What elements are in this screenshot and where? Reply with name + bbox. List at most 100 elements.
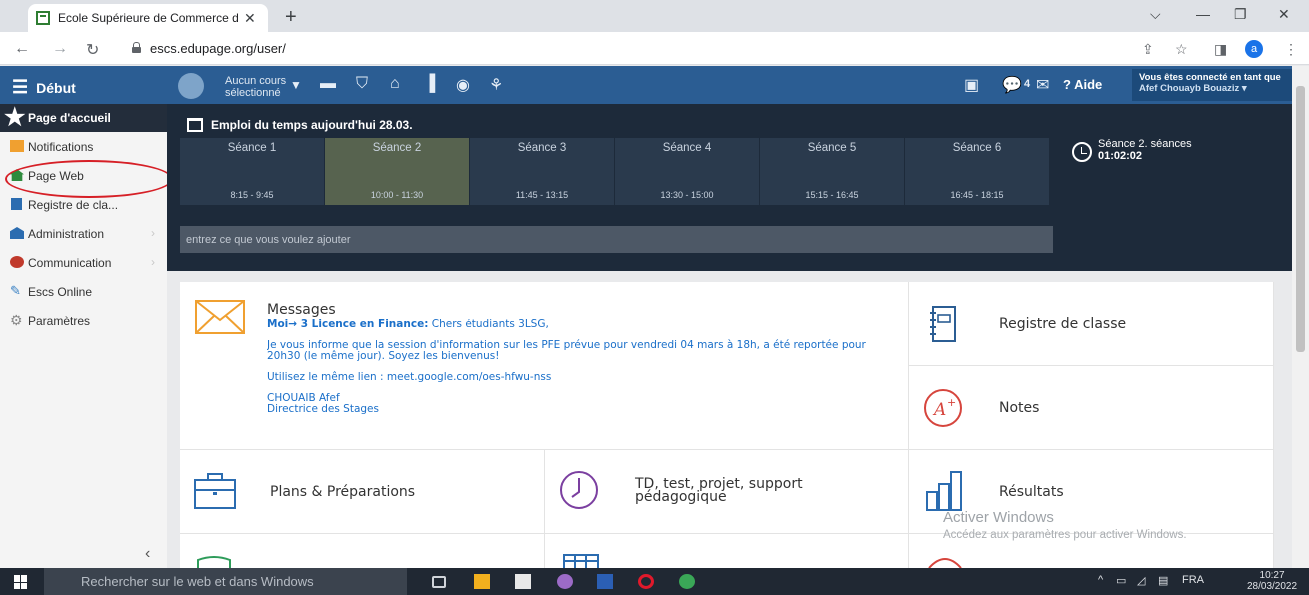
partial-tile[interactable] bbox=[545, 534, 909, 568]
lock-icon[interactable] bbox=[132, 42, 141, 53]
hamburger-icon: ☰ bbox=[12, 77, 29, 97]
timetable-add-input[interactable] bbox=[180, 226, 1053, 253]
timetable-slot[interactable]: Séance 3 11:45 - 13:15 bbox=[470, 138, 615, 205]
collapse-sidebar-icon[interactable]: ‹ bbox=[145, 545, 150, 563]
back-icon[interactable]: ← bbox=[14, 40, 30, 58]
mail-icon[interactable]: ✉ bbox=[1036, 75, 1049, 95]
slot-time: 11:45 - 13:15 bbox=[515, 190, 569, 200]
browser-tab[interactable]: Ecole Supérieure de Commerce d ✕ bbox=[28, 4, 268, 32]
word-icon[interactable] bbox=[597, 574, 613, 589]
sidebar-item-notifications[interactable]: Notifications bbox=[0, 132, 167, 161]
timetable-slot[interactable]: Séance 6 16:45 - 18:15 bbox=[905, 138, 1050, 205]
scrollbar-thumb[interactable] bbox=[1296, 86, 1305, 352]
user-menu[interactable]: Vous êtes connecté en tant que Afef Chou… bbox=[1132, 69, 1292, 101]
minimize-icon[interactable]: — bbox=[1196, 6, 1210, 22]
timetable-title: Emploi du temps aujourd'hui 28.03. bbox=[187, 118, 413, 132]
new-tab-icon[interactable]: + bbox=[285, 6, 297, 29]
url-field[interactable]: escs.edupage.org/user/ bbox=[150, 41, 286, 56]
message-signature-title: Directrice des Stages bbox=[267, 403, 379, 415]
taskbar-search[interactable]: Rechercher sur le web et dans Windows bbox=[44, 568, 407, 595]
reload-icon[interactable]: ↻ bbox=[86, 40, 99, 60]
svg-text:+: + bbox=[947, 396, 956, 409]
profile-avatar[interactable]: a bbox=[1245, 40, 1263, 58]
store-icon[interactable] bbox=[515, 574, 531, 589]
sidebar-item-escs-online[interactable]: ✎ Escs Online bbox=[0, 277, 167, 306]
notes-tile[interactable]: A + Notes bbox=[909, 366, 1274, 450]
taskbar-clock[interactable]: 10:27 28/03/2022 bbox=[1247, 570, 1297, 592]
sidebar-item-communication[interactable]: Communication › bbox=[0, 248, 167, 277]
keyboard-icon[interactable]: ▤ bbox=[1158, 574, 1168, 587]
task-view-icon[interactable] bbox=[432, 576, 446, 588]
restore-icon[interactable]: ❐ bbox=[1234, 6, 1247, 23]
message-preview[interactable]: Moi→ 3 Licence en Finance: Chers étudian… bbox=[267, 319, 887, 427]
help-label: Aide bbox=[1074, 77, 1103, 92]
timetable-slot[interactable]: Séance 4 13:30 - 15:00 bbox=[615, 138, 760, 205]
slot-time: 16:45 - 18:15 bbox=[950, 190, 1004, 200]
star-icon: ★ bbox=[4, 104, 26, 131]
sidebar-item-home[interactable]: ★ Page d'accueil bbox=[0, 104, 167, 132]
more-menu-icon[interactable]: ⋮ bbox=[1284, 41, 1298, 58]
slot-name: Séance 1 bbox=[227, 142, 277, 154]
course-avatar-icon[interactable] bbox=[178, 73, 204, 99]
shield-icon[interactable]: ⛉ bbox=[356, 75, 368, 93]
page-scrollbar[interactable] bbox=[1292, 66, 1309, 568]
menu-label: Début bbox=[36, 79, 76, 96]
partial-tile[interactable] bbox=[180, 534, 545, 568]
share-icon[interactable]: ⇪ bbox=[1142, 41, 1154, 58]
timetable-slots: Séance 1 8:15 - 9:45 Séance 2 10:00 - 11… bbox=[180, 138, 1050, 205]
paint-icon[interactable] bbox=[557, 574, 573, 589]
slot-name: Séance 5 bbox=[807, 142, 857, 154]
sidebar-item-parametres[interactable]: ⚙ Paramètres bbox=[0, 306, 167, 335]
sidebar-item-label: Paramètres bbox=[28, 313, 91, 328]
timetable-title-text: Emploi du temps aujourd'hui 28.03. bbox=[211, 118, 413, 132]
message-greeting: Chers étudiants 3LSG, bbox=[428, 319, 549, 330]
course-selector[interactable]: Aucun cours sélectionné bbox=[225, 75, 286, 99]
chrome-icon[interactable] bbox=[679, 574, 695, 589]
help-icon: ? bbox=[1063, 77, 1075, 92]
language-indicator[interactable]: FRA bbox=[1182, 574, 1204, 586]
envelope-icon bbox=[195, 300, 245, 334]
td-tile[interactable]: TD, test, projet, support pédagogique bbox=[545, 450, 909, 534]
course-dropdown-icon[interactable]: ▼ bbox=[290, 78, 302, 92]
message-link-line: Utilisez le même lien : meet.google.com/… bbox=[267, 371, 552, 383]
session-countdown-time: 01:02:02 bbox=[1098, 150, 1143, 162]
bar-chart-icon[interactable]: ▐ bbox=[424, 75, 435, 93]
session-countdown: Séance 2. séances 01:02:02 bbox=[1072, 138, 1192, 162]
sidepanel-icon[interactable]: ◨ bbox=[1214, 41, 1227, 58]
course-label-line2: sélectionné bbox=[225, 87, 281, 99]
app-header: ☰ Début Aucun cours sélectionné ▼ ▬ ⛉ ⌂ … bbox=[0, 66, 1292, 104]
edupage-favicon-icon bbox=[36, 11, 50, 25]
file-explorer-icon[interactable] bbox=[474, 574, 490, 589]
bank-icon bbox=[10, 227, 24, 239]
sidebar-item-administration[interactable]: Administration › bbox=[0, 219, 167, 248]
help-button[interactable]: ? Aide bbox=[1063, 77, 1102, 92]
menu-button[interactable]: ☰ Début bbox=[12, 77, 76, 98]
briefcase-icon[interactable]: ▬ bbox=[320, 75, 336, 93]
window-close-icon[interactable]: ✕ bbox=[1278, 6, 1290, 23]
chevron-up-icon[interactable]: ^ bbox=[1098, 574, 1103, 586]
opera-icon[interactable] bbox=[638, 574, 654, 589]
palette-icon[interactable]: ◉ bbox=[456, 75, 470, 95]
wifi-icon[interactable]: ◿ bbox=[1137, 574, 1145, 587]
register-icon bbox=[11, 198, 22, 210]
chat-icon[interactable]: 💬 bbox=[1002, 75, 1022, 95]
plans-tile[interactable]: Plans & Préparations bbox=[180, 450, 545, 534]
close-tab-icon[interactable]: ✕ bbox=[244, 10, 256, 27]
chevron-down-icon[interactable]: ⌵ bbox=[1150, 6, 1161, 23]
activation-watermark-text: Accédez aux paramètres pour activer Wind… bbox=[943, 529, 1187, 541]
bookmark-star-icon[interactable]: ☆ bbox=[1175, 41, 1188, 58]
tab-title: Ecole Supérieure de Commerce d bbox=[58, 11, 238, 25]
timetable-slot[interactable]: Séance 1 8:15 - 9:45 bbox=[180, 138, 325, 205]
timetable-slot[interactable]: Séance 5 15:15 - 16:45 bbox=[760, 138, 905, 205]
people-walking-icon[interactable]: ⚘ bbox=[489, 75, 503, 95]
message-sender: Moi→ 3 Licence en Finance: bbox=[267, 319, 429, 330]
windows-start-icon[interactable] bbox=[14, 575, 28, 589]
registre-tile[interactable]: Registre de classe bbox=[909, 282, 1274, 366]
bank-icon[interactable]: ⌂ bbox=[390, 75, 400, 93]
battery-icon[interactable]: ▭ bbox=[1116, 574, 1126, 587]
screen-icon[interactable]: ▣ bbox=[964, 75, 979, 95]
messages-tile[interactable]: Messages Moi→ 3 Licence en Finance: Cher… bbox=[180, 282, 909, 450]
timetable-slot-active[interactable]: Séance 2 10:00 - 11:30 bbox=[325, 138, 470, 205]
sidebar-item-label: Escs Online bbox=[28, 284, 93, 299]
forward-icon[interactable]: → bbox=[52, 40, 68, 58]
